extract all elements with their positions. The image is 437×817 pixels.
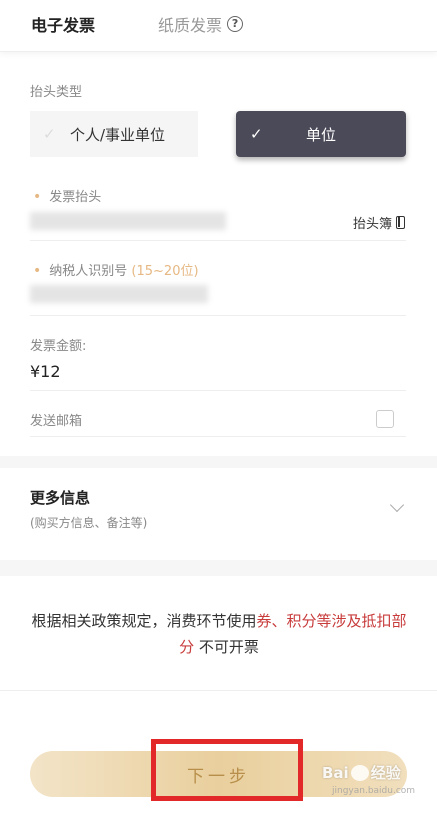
invoice-type-tabs: 电子发票 纸质发票 ?: [0, 0, 437, 52]
section-separator: [0, 456, 437, 468]
title-book-link[interactable]: 抬头簿: [353, 213, 405, 232]
section-separator: [0, 560, 437, 576]
chevron-down-icon: [389, 497, 405, 513]
invoice-title-label: • 发票抬头: [33, 186, 101, 205]
tax-id-label: • 纳税人识别号 (15~20位): [33, 260, 199, 279]
title-book-label: 抬头簿: [352, 217, 392, 232]
amount-value: ¥12: [30, 362, 61, 381]
invoice-title-input[interactable]: [30, 212, 226, 230]
check-icon: ✓: [250, 125, 263, 143]
paw-icon: [350, 764, 369, 781]
watermark-brand-cn: 经验: [370, 764, 401, 782]
tax-id-label-text: 纳税人识别号: [49, 264, 128, 279]
more-info-title: 更多信息: [30, 489, 91, 507]
more-info-subtitle: (购买方信息、备注等): [30, 516, 148, 530]
title-type-personal-option[interactable]: ✓ 个人/事业单位: [30, 111, 198, 157]
policy-text-1: 根据相关政策规定，消费环节使用: [31, 612, 257, 630]
watermark-url: jingyan.baidu.com: [332, 786, 416, 796]
invoice-title-label-text: 发票抬头: [49, 190, 102, 205]
required-dot: •: [33, 189, 42, 205]
title-type-company-label: 单位: [305, 125, 336, 144]
divider: [30, 315, 406, 316]
watermark-logo: Bai 经验: [322, 762, 401, 783]
question-icon[interactable]: ?: [227, 16, 244, 32]
tab-paper-invoice[interactable]: 纸质发票 ?: [158, 12, 244, 36]
policy-text-2: 不可开票: [198, 638, 259, 656]
tax-id-input[interactable]: [30, 285, 208, 303]
email-label: 发送邮箱: [30, 414, 83, 429]
tab-electronic-invoice[interactable]: 电子发票: [31, 12, 95, 36]
divider: [30, 436, 406, 437]
title-type-company-option[interactable]: ✓ 单位: [236, 111, 406, 157]
divider: [0, 690, 437, 691]
title-type-label: 抬头类型: [30, 85, 83, 100]
tab-paper-invoice-label: 纸质发票: [158, 16, 223, 35]
divider: [30, 240, 406, 241]
book-icon: [396, 216, 405, 229]
highlight-annotation-box: [151, 739, 303, 801]
amount-label: 发票金额:: [30, 339, 87, 354]
policy-notice: 根据相关政策规定，消费环节使用券、积分等涉及抵扣部分 不可开票: [30, 608, 408, 660]
email-checkbox[interactable]: [376, 410, 394, 428]
required-dot: •: [33, 263, 42, 279]
title-type-personal-label: 个人/事业单位: [70, 125, 166, 144]
tax-id-hint: (15~20位): [131, 264, 199, 279]
divider: [30, 390, 406, 391]
check-icon: ✓: [43, 125, 56, 143]
watermark-brand: Bai: [322, 763, 349, 782]
